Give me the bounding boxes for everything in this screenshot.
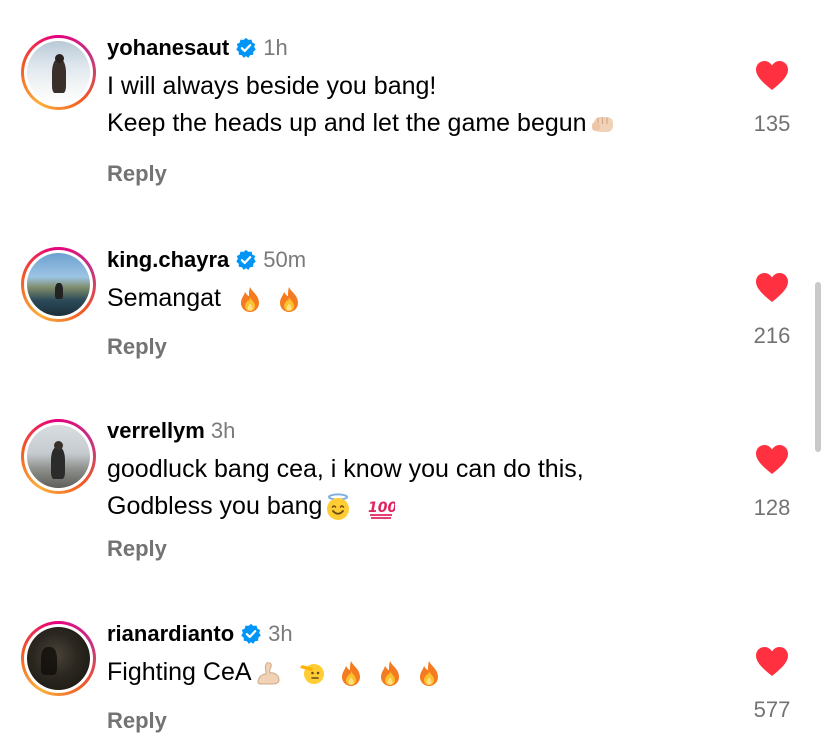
comment-text-line: I will always beside you bang!: [107, 72, 437, 100]
smiling-halo-emoji: [324, 493, 352, 521]
comment-timestamp: 1h: [263, 35, 288, 60]
like-count: 577: [753, 697, 791, 722]
comment-timestamp: 3h: [268, 621, 293, 646]
avatar[interactable]: [21, 247, 96, 322]
fire-emoji: [376, 659, 404, 687]
comment-text: Fighting CeA: [107, 654, 445, 691]
verified-badge-icon: [235, 249, 257, 271]
comment-text: I will always beside you bang! Keep the …: [107, 68, 619, 142]
saluting-face-emoji: [298, 659, 326, 687]
flexed-biceps-emoji: [254, 659, 282, 687]
comment-text: goodluck bang cea, i know you can do thi…: [107, 451, 584, 525]
avatar-photo: [27, 425, 90, 488]
avatar-photo: [27, 41, 90, 104]
reply-button[interactable]: Reply: [107, 161, 167, 187]
comment-username[interactable]: verrellym: [107, 418, 205, 444]
like-heart-icon[interactable]: [755, 646, 789, 678]
fire-emoji: [337, 659, 365, 687]
like-heart-icon[interactable]: [755, 60, 789, 92]
scrollbar[interactable]: [815, 282, 821, 452]
reply-button[interactable]: Reply: [107, 334, 167, 360]
comment-username[interactable]: rianardianto: [107, 621, 234, 647]
comment-text-line: Semangat: [107, 284, 221, 312]
comment-text-line: Keep the heads up and let the game begun: [107, 109, 587, 137]
like-count: 128: [753, 495, 791, 520]
reply-button[interactable]: Reply: [107, 536, 167, 562]
comment-username[interactable]: king.chayra: [107, 247, 229, 273]
verified-badge-icon: [235, 37, 257, 59]
comment-text-line: Godbless you bang: [107, 492, 323, 520]
comment-timestamp: 3h: [210, 418, 236, 443]
verified-badge-icon: [240, 623, 262, 645]
avatar[interactable]: [21, 35, 96, 110]
comment-text: Semangat: [107, 280, 305, 317]
comment-timestamp: 50m: [263, 247, 307, 272]
avatar-photo: [27, 627, 90, 690]
comment-text-line: Fighting CeA: [107, 658, 252, 686]
like-heart-icon[interactable]: [755, 444, 789, 476]
like-count: 135: [753, 111, 791, 136]
fist-emoji: [589, 110, 617, 138]
svg-text:100: 100: [368, 500, 395, 516]
hundred-points-emoji: 100: [367, 493, 398, 521]
comment-username[interactable]: yohanesaut: [107, 35, 229, 61]
like-heart-icon[interactable]: [755, 272, 789, 304]
like-count: 216: [753, 323, 791, 348]
avatar-photo: [27, 253, 90, 316]
fire-emoji: [236, 285, 264, 313]
avatar[interactable]: [21, 419, 96, 494]
avatar[interactable]: [21, 621, 96, 696]
fire-emoji: [415, 659, 443, 687]
reply-button[interactable]: Reply: [107, 708, 167, 734]
comment-text-line: goodluck bang cea, i know you can do thi…: [107, 455, 584, 483]
fire-emoji: [275, 285, 303, 313]
